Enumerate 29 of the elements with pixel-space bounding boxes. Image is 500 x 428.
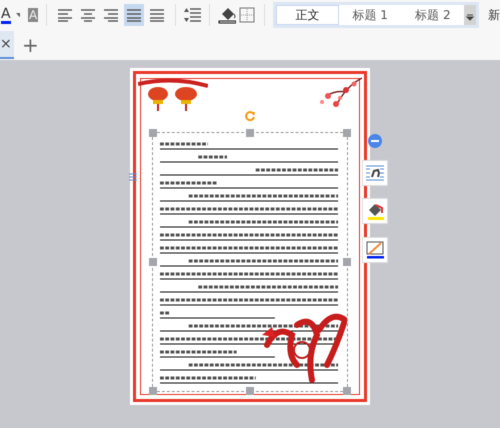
- new-tab-button[interactable]: +: [22, 33, 39, 57]
- collapse-icon[interactable]: [368, 134, 382, 148]
- resize-handle[interactable]: [149, 129, 157, 137]
- resize-handle[interactable]: [149, 387, 157, 395]
- tab-close-button[interactable]: ×: [0, 31, 14, 59]
- resize-handle[interactable]: [343, 129, 351, 137]
- more-styles-icon[interactable]: [464, 5, 476, 25]
- resize-handle[interactable]: [149, 258, 157, 266]
- style-option[interactable]: 正文: [276, 5, 339, 25]
- pen-line-icon: [366, 241, 384, 259]
- paint-bucket-icon: [366, 202, 384, 220]
- style-option[interactable]: 新: [488, 6, 500, 24]
- lantern-drawing: [138, 76, 208, 112]
- text-wrap-button[interactable]: [362, 160, 388, 186]
- resize-handle[interactable]: [246, 129, 254, 137]
- font-color-button[interactable]: A: [1, 6, 11, 24]
- line-spacing-icon[interactable]: [183, 7, 202, 23]
- borders-icon[interactable]: [238, 7, 256, 23]
- caret-icon[interactable]: [16, 12, 20, 18]
- paragraph-marker-icon[interactable]: [128, 172, 138, 182]
- rotate-handle-icon[interactable]: [244, 110, 256, 122]
- resize-handle[interactable]: [246, 387, 254, 395]
- text-wrap-icon: [366, 165, 384, 181]
- fill-bucket-icon[interactable]: [218, 6, 236, 24]
- justify-icon[interactable]: [124, 4, 144, 26]
- resize-handle[interactable]: [343, 258, 351, 266]
- resize-handle[interactable]: [343, 387, 351, 395]
- outline-color-button[interactable]: [362, 237, 388, 263]
- fill-color-button[interactable]: [362, 198, 388, 224]
